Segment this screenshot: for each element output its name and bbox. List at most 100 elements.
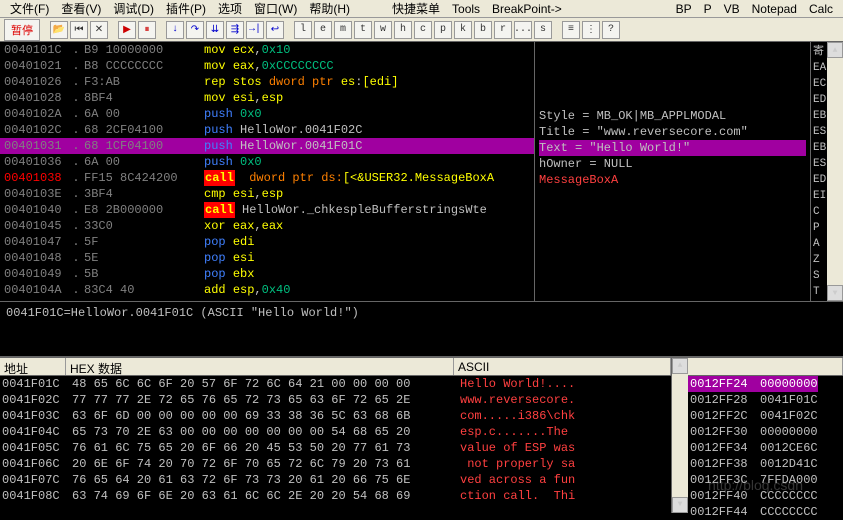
disasm-row[interactable]: 00401045.33C0xor eax,eax [0,218,534,234]
disasm-row[interactable]: 00401036.6A 00push 0x0 [0,154,534,170]
window-m-button[interactable]: m [334,21,352,39]
disasm-row[interactable]: 00401040.E8 2B000000call HelloWor._chkes… [0,202,534,218]
disasm-row[interactable]: 00401049.5Bpop ebx [0,266,534,282]
disasm-row[interactable]: 00401048.5Epop esi [0,250,534,266]
disasm-row[interactable]: 0040102A.6A 00push 0x0 [0,106,534,122]
hex-row[interactable]: 0041F01C48 65 6C 6C 6F 20 57 6F 72 6C 64… [0,376,671,392]
comment-row[interactable]: Text = "Hello World!" [539,140,806,156]
return-icon[interactable]: ↩ [266,21,284,39]
hex-row[interactable]: 0041F05C76 61 6C 75 65 20 6F 66 20 45 53… [0,440,671,456]
comment-row[interactable] [539,188,806,204]
stack-pane[interactable]: 0012FF24000000000012FF280041F01C0012FF2C… [688,358,843,513]
stack-row[interactable]: 0012FF40CCCCCCCC [688,488,843,504]
hex-pane[interactable]: 地址 HEX 数据 ASCII 0041F01C48 65 6C 6C 6F 2… [0,358,672,513]
comment-row[interactable] [539,252,806,268]
stack-row[interactable]: 0012FF280041F01C [688,392,843,408]
comment-row[interactable] [539,92,806,108]
disassembly-pane[interactable]: 0040101C.B9 10000000mov ecx,0x1000401021… [0,42,535,301]
scroll-up-icon[interactable]: ▲ [827,42,843,58]
menu-option[interactable]: 选项 [212,0,248,17]
close-icon[interactable]: ✕ [90,21,108,39]
menu-bp[interactable]: BP [670,2,698,16]
traceinto-icon[interactable]: ⇊ [206,21,224,39]
options-icon[interactable]: ⋮ [582,21,600,39]
comment-row[interactable] [539,204,806,220]
disasm-row[interactable]: 00401026.F3:ABrep stos dword ptr es:[edi… [0,74,534,90]
play-icon[interactable]: ▶ [118,21,136,39]
disasm-row[interactable]: 00401047.5Fpop edi [0,234,534,250]
comment-row[interactable]: MessageBoxA [539,172,806,188]
stack-row[interactable]: 0012FF380012D41C [688,456,843,472]
hex-row[interactable]: 0041F06C20 6E 6F 74 20 70 72 6F 70 65 72… [0,456,671,472]
hex-row[interactable]: 0041F02C77 77 77 2E 72 65 76 65 72 73 65… [0,392,671,408]
menu-breakpoint[interactable]: BreakPoint-> [486,2,568,16]
rewind-icon[interactable]: ⏮ [70,21,88,39]
comment-row[interactable] [539,220,806,236]
hex-scrollbar[interactable]: ▲ ▼ [672,358,688,513]
disasm-row[interactable]: 00401031.68 1CF04100push HelloWor.0041F0… [0,138,534,154]
window-k-button[interactable]: k [454,21,472,39]
window-e-button[interactable]: e [314,21,332,39]
window-l-button[interactable]: l [294,21,312,39]
menu-p[interactable]: P [698,2,718,16]
stack-row[interactable]: 0012FF2400000000 [688,376,843,392]
disasm-row[interactable]: 0040102C.68 2CF04100push HelloWor.0041F0… [0,122,534,138]
menu-debug[interactable]: 调试(D) [107,0,160,17]
window-h-button[interactable]: h [394,21,412,39]
menu-help[interactable]: 帮助(H) [303,0,356,17]
hex-row[interactable]: 0041F04C65 73 70 2E 63 00 00 00 00 00 00… [0,424,671,440]
comment-row[interactable] [539,236,806,252]
disasm-row[interactable]: 0040103E.3BF4cmp esi,esp [0,186,534,202]
stack-row[interactable]: 0012FF44CCCCCCCC [688,504,843,520]
menu-plugin[interactable]: 插件(P) [160,0,212,17]
disasm-row[interactable]: 0040101C.B9 10000000mov ecx,0x10 [0,42,534,58]
disasm-row[interactable]: 0040104A.83C4 40add esp,0x40 [0,282,534,298]
stepover-icon[interactable]: ↷ [186,21,204,39]
menu-calc[interactable]: Calc [803,2,839,16]
comment-row[interactable] [539,44,806,60]
menu-notepad[interactable]: Notepad [746,2,803,16]
window-r-button[interactable]: r [494,21,512,39]
menu-window[interactable]: 窗口(W) [248,0,303,17]
stepinto-icon[interactable]: ↓ [166,21,184,39]
stack-row[interactable]: 0012FF3C7FFDA000 [688,472,843,488]
disasm-row[interactable]: 00401021.B8 CCCCCCCCmov eax,0xCCCCCCCC [0,58,534,74]
comment-row[interactable] [539,60,806,76]
window-t-button[interactable]: t [354,21,372,39]
comment-row[interactable]: Style = MB_OK|MB_APPLMODAL [539,108,806,124]
open-icon[interactable]: 📂 [50,21,68,39]
window-c-button[interactable]: c [414,21,432,39]
scrollbar[interactable]: ▲ ▼ [827,42,843,301]
comment-row[interactable]: Title = "www.reversecore.com" [539,124,806,140]
disasm-row[interactable]: 00401028.8BF4mov esi,esp [0,90,534,106]
window-b-button[interactable]: b [474,21,492,39]
menu-view[interactable]: 查看(V) [55,0,107,17]
comment-row[interactable]: hOwner = NULL [539,156,806,172]
window-w-button[interactable]: w [374,21,392,39]
window-p-button[interactable]: p [434,21,452,39]
menu-tools[interactable]: Tools [446,2,486,16]
menu-vb[interactable]: VB [718,2,746,16]
comment-row[interactable] [539,268,806,284]
scroll-down-icon[interactable]: ▼ [672,497,688,513]
disasm-row[interactable]: 00401038.FF15 8C424200call dword ptr ds:… [0,170,534,186]
comment-row[interactable] [539,76,806,92]
window-s-button[interactable]: s [534,21,552,39]
help-icon[interactable]: ? [602,21,620,39]
stack-row[interactable]: 0012FF2C0041F02C [688,408,843,424]
rununtil-icon[interactable]: →| [246,21,264,39]
stack-row[interactable]: 0012FF340012CE6C [688,440,843,456]
list-icon[interactable]: ≡ [562,21,580,39]
menu-file[interactable]: 文件(F) [4,0,55,17]
stack-row[interactable]: 0012FF3000000000 [688,424,843,440]
comment-pane[interactable]: Style = MB_OK|MB_APPLMODALTitle = "www.r… [535,42,810,301]
comment-row[interactable] [539,284,806,300]
registers-pane[interactable]: ▲ ▼ 寄EAECEDEBESEBESEDEICPAZSTDO [810,42,843,301]
hex-row[interactable]: 0041F08C63 74 69 6F 6E 20 63 61 6C 6C 2E… [0,488,671,504]
hex-row[interactable]: 0041F07C76 65 64 20 61 63 72 6F 73 73 20… [0,472,671,488]
hex-row[interactable]: 0041F03C63 6F 6D 00 00 00 00 00 69 33 38… [0,408,671,424]
scroll-up-icon[interactable]: ▲ [672,358,688,374]
menu-quick[interactable]: 快捷菜单 [386,0,446,17]
traceover-icon[interactable]: ⇶ [226,21,244,39]
scroll-down-icon[interactable]: ▼ [827,285,843,301]
